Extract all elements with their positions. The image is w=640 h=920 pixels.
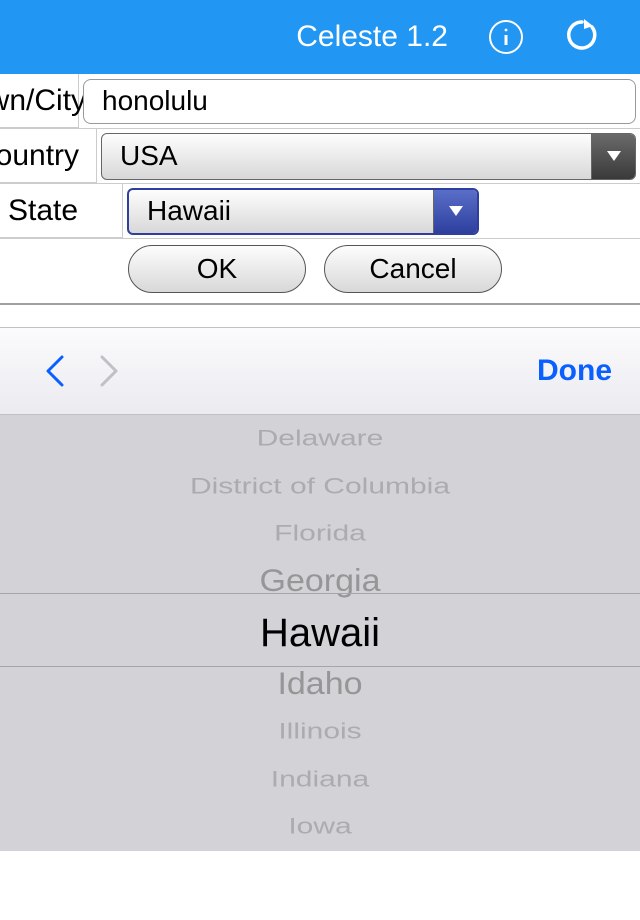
spacer (0, 305, 640, 327)
city-label: Town/City (0, 74, 79, 128)
picker-item[interactable]: Indiana (271, 762, 369, 798)
chevron-down-icon (433, 190, 477, 233)
chevron-down-icon (591, 134, 635, 179)
prev-field-button[interactable] (28, 353, 82, 389)
picker-item[interactable]: Idaho (277, 663, 362, 707)
state-label: State (0, 184, 123, 238)
picker-item[interactable]: Iowa (288, 809, 351, 845)
refresh-icon[interactable] (564, 17, 600, 58)
app-header: Celeste 1.2 (0, 0, 640, 74)
form-area: Town/City Country USA State Hawaii (0, 74, 640, 305)
ok-button[interactable]: OK (128, 245, 306, 293)
done-button[interactable]: Done (537, 354, 612, 388)
picker-item[interactable]: Georgia (260, 560, 381, 604)
picker-item[interactable]: Hawaii (260, 605, 380, 660)
cancel-button[interactable]: Cancel (324, 245, 502, 293)
picker-item[interactable]: District of Columbia (190, 469, 450, 505)
city-input[interactable] (83, 79, 636, 124)
info-icon[interactable] (488, 19, 524, 55)
picker-item[interactable]: Florida (274, 516, 366, 552)
state-picker[interactable]: Delaware District of Columbia Florida Georg… (0, 415, 640, 851)
keyboard-accessory-bar: Done (0, 327, 640, 415)
state-select-value: Hawaii (129, 195, 433, 227)
picker-item[interactable]: Delaware (257, 421, 384, 457)
picker-item[interactable]: Illinois (278, 714, 361, 750)
app-title: Celeste 1.2 (296, 20, 448, 54)
country-select-value: USA (102, 140, 591, 172)
country-label: Country (0, 129, 97, 183)
next-field-button[interactable] (82, 353, 136, 389)
state-select[interactable]: Hawaii (127, 188, 479, 235)
country-select[interactable]: USA (101, 133, 636, 180)
